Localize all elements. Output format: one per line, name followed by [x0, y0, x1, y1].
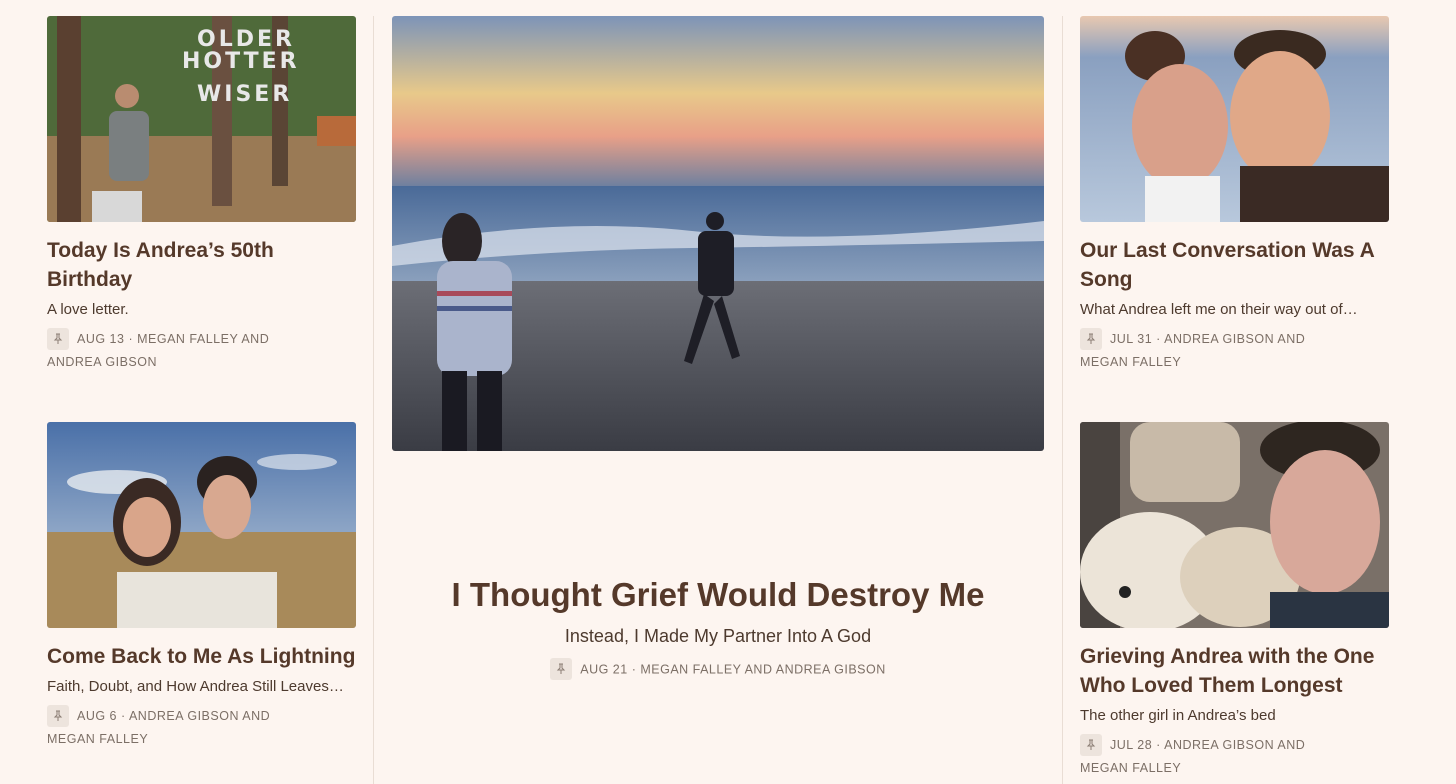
post-date: JUL 31	[1110, 332, 1153, 346]
post-date: AUG 6	[77, 709, 118, 723]
featured-post-image[interactable]	[392, 16, 1044, 451]
column-divider-left	[373, 16, 374, 784]
car-dog-photo	[1080, 422, 1389, 628]
couple-field-photo	[47, 422, 356, 628]
post-meta: JUL 31 · ANDREA GIBSON AND MEGAN FALLEY	[1080, 327, 1389, 373]
post-authors[interactable]: MEGAN FALLEY AND ANDREA GIBSON	[640, 662, 885, 676]
post-title[interactable]: Our Last Conversation Was A Song	[1080, 236, 1389, 294]
column-divider-right	[1062, 16, 1063, 784]
featured-post-meta: AUG 21 · MEGAN FALLEY AND ANDREA GIBSON	[392, 658, 1044, 681]
post-authors-continued[interactable]: ANDREA GIBSON	[47, 355, 157, 369]
featured-post-subtitle: Instead, I Made My Partner Into A God	[564, 626, 872, 646]
post-meta: AUG 6 · ANDREA GIBSON AND MEGAN FALLEY	[47, 704, 356, 750]
post-subtitle: The other girl in Andrea’s bed	[1080, 707, 1276, 724]
post-subtitle: What Andrea left me on their way out of…	[1080, 301, 1358, 318]
pin-icon	[47, 327, 69, 350]
couple-beach-photo	[1080, 16, 1389, 222]
post-card-lightning[interactable]: Come Back to Me As Lightning Faith, Doub…	[47, 422, 356, 750]
meta-separator: ·	[1156, 332, 1161, 346]
post-date: JUL 28	[1110, 738, 1153, 752]
post-thumbnail[interactable]	[1080, 422, 1389, 628]
meta-separator: ·	[121, 709, 126, 723]
pin-icon	[1080, 733, 1102, 756]
pin-icon	[550, 658, 573, 680]
post-card-last-conversation[interactable]: Our Last Conversation Was A Song What An…	[1080, 16, 1389, 373]
post-authors-continued[interactable]: MEGAN FALLEY	[1080, 761, 1181, 775]
post-authors[interactable]: ANDREA GIBSON AND	[129, 709, 270, 723]
post-thumbnail[interactable]	[47, 422, 356, 628]
post-meta: JUL 28 · ANDREA GIBSON AND MEGAN FALLEY	[1080, 733, 1389, 779]
post-authors-continued[interactable]: MEGAN FALLEY	[1080, 355, 1181, 369]
meta-separator: ·	[128, 332, 134, 346]
post-subtitle: Faith, Doubt, and How Andrea Still Leave…	[47, 678, 344, 695]
post-date: AUG 13	[77, 332, 125, 346]
post-card-grieving[interactable]: Grieving Andrea with the One Who Loved T…	[1080, 422, 1389, 779]
sign-word-2: HOTTER	[182, 49, 300, 74]
meta-separator: ·	[1156, 738, 1161, 752]
pin-icon	[1080, 327, 1102, 350]
featured-post: I Thought Grief Would Destroy Me Instead…	[392, 574, 1044, 681]
birthday-photo: OLDER HOTTER WISER	[47, 16, 356, 222]
post-title[interactable]: Come Back to Me As Lightning	[47, 642, 356, 671]
post-thumbnail[interactable]	[1080, 16, 1389, 222]
post-authors[interactable]: ANDREA GIBSON AND	[1164, 332, 1305, 346]
sign-word-3: WISER	[197, 82, 292, 107]
meta-separator: ·	[631, 662, 637, 677]
post-authors[interactable]: MEGAN FALLEY AND	[137, 332, 269, 346]
post-meta: AUG 13 · MEGAN FALLEY AND ANDREA GIBSON	[47, 327, 356, 373]
post-authors-continued[interactable]: MEGAN FALLEY	[47, 732, 148, 746]
post-date: AUG 21	[580, 662, 628, 677]
featured-post-title[interactable]: I Thought Grief Would Destroy Me	[392, 574, 1044, 616]
post-thumbnail[interactable]: OLDER HOTTER WISER	[47, 16, 356, 222]
beach-sunset-photo	[392, 16, 1044, 451]
post-subtitle: A love letter.	[47, 301, 129, 318]
pin-icon	[47, 704, 69, 727]
post-card-birthday[interactable]: OLDER HOTTER WISER Today Is Andrea’s 50t…	[47, 16, 356, 373]
post-title[interactable]: Grieving Andrea with the One Who Loved T…	[1080, 642, 1389, 700]
post-title[interactable]: Today Is Andrea’s 50th Birthday	[47, 236, 356, 294]
post-authors[interactable]: ANDREA GIBSON AND	[1164, 738, 1305, 752]
